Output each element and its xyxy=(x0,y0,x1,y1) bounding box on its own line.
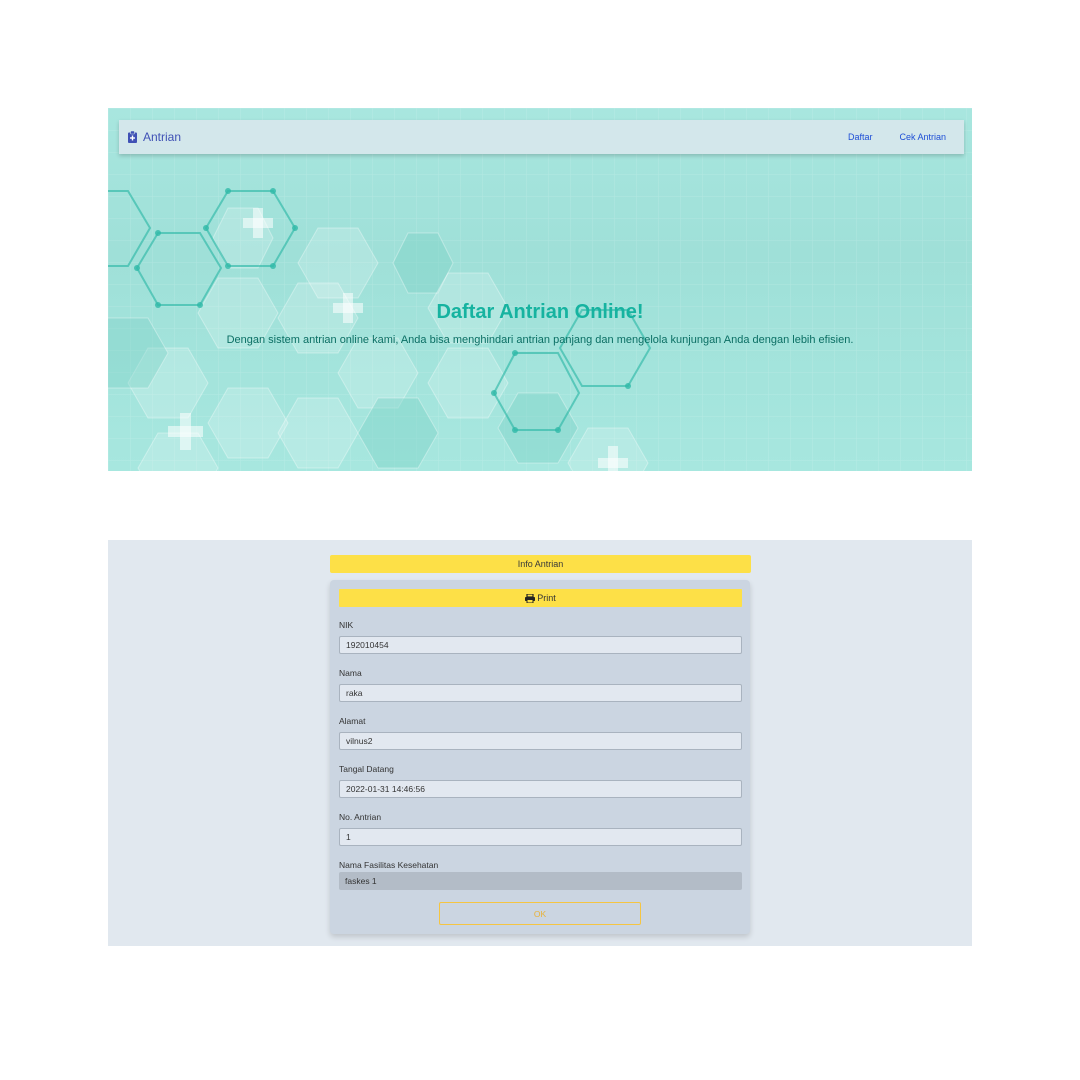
brand-name: Antrian xyxy=(143,130,182,144)
hero-title: Daftar Antrian Online! xyxy=(436,301,644,323)
info-card: Print NIK Nama Alamat Tangal Datang No. … xyxy=(330,580,750,934)
nav-links: Daftar Cek Antrian xyxy=(848,132,946,142)
clipboard-plus-icon xyxy=(128,131,137,143)
printer-icon xyxy=(525,593,536,603)
info-header: Info Antrian xyxy=(330,555,751,573)
ok-button[interactable]: OK xyxy=(439,902,641,925)
print-button[interactable]: Print xyxy=(339,589,742,607)
nik-field[interactable] xyxy=(339,636,742,654)
hero-section: Antrian Daftar Cek Antrian Daftar Antria… xyxy=(108,108,972,471)
hexagon-background xyxy=(108,108,972,471)
alamat-label: Alamat xyxy=(339,716,366,726)
alamat-field[interactable] xyxy=(339,732,742,750)
hero-subtitle: Dengan sistem antrian online kami, Anda … xyxy=(226,334,854,346)
no-antrian-label: No. Antrian xyxy=(339,812,382,822)
nav-link-cek-antrian[interactable]: Cek Antrian xyxy=(899,132,946,142)
nik-label: NIK xyxy=(339,620,354,630)
nama-field[interactable] xyxy=(339,684,742,702)
faskes-label: Nama Fasilitas Kesehatan xyxy=(339,860,439,870)
tanggal-datang-field[interactable] xyxy=(339,780,742,798)
info-panel: Info Antrian Print NIK Nama Alamat Tanga… xyxy=(108,540,972,946)
tanggal-datang-label: Tangal Datang xyxy=(339,764,394,774)
brand-link[interactable]: Antrian xyxy=(128,130,181,144)
print-label: Print xyxy=(537,593,556,603)
nav-link-daftar[interactable]: Daftar xyxy=(848,132,873,142)
no-antrian-field[interactable] xyxy=(339,828,742,846)
navbar: Antrian Daftar Cek Antrian xyxy=(119,120,964,154)
nama-label: Nama xyxy=(339,668,362,678)
faskes-field[interactable]: faskes 1 xyxy=(339,872,742,890)
